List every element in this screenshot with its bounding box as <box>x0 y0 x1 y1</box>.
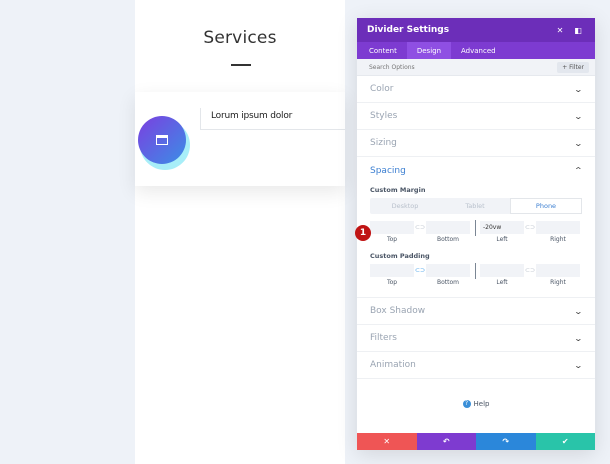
section-box-shadow[interactable]: Box Shadow ⌄ <box>357 298 595 325</box>
chevron-down-icon: ⌄ <box>573 84 584 94</box>
chevron-up-icon: ⌃ <box>573 166 584 175</box>
label-left: Left <box>496 236 508 243</box>
redo-button[interactable]: ↷ <box>476 433 536 450</box>
custom-margin-label: Custom Margin <box>370 186 426 194</box>
save-button[interactable]: ✔ <box>535 433 595 450</box>
section-label: Color <box>370 84 394 94</box>
help-icon: ? <box>462 400 471 408</box>
discard-button[interactable]: ✕ <box>357 433 417 450</box>
spacing-body: Custom Margin Desktop Tablet Phone ⊂⊃ ⊂⊃… <box>357 186 595 289</box>
section-label: Styles <box>370 111 398 121</box>
link-icon[interactable]: ⊂⊃ <box>414 267 426 274</box>
divider-settings-panel: Divider Settings ✕ ◧ Content Design Adva… <box>357 18 595 450</box>
device-tabs: Desktop Tablet Phone <box>370 198 582 214</box>
section-label: Box Shadow <box>370 306 426 316</box>
chevron-down-icon: ⌄ <box>573 360 584 370</box>
margin-labels: Top Bottom Left Right <box>370 236 582 246</box>
help-label: Help <box>473 400 490 408</box>
search-row: + Filter <box>357 59 595 76</box>
device-tab-desktop[interactable]: Desktop <box>370 198 440 214</box>
card-title: Lorum ipsum dolor <box>211 111 293 121</box>
card-icon-circle <box>138 116 186 164</box>
x-icon: ✕ <box>383 437 391 446</box>
browser-window-icon <box>156 135 168 145</box>
chevron-down-icon: ⌄ <box>573 138 584 148</box>
link-icon[interactable]: ⊂⊃ <box>524 224 536 231</box>
margin-left-input[interactable] <box>480 221 524 234</box>
padding-bottom-input[interactable] <box>426 264 470 277</box>
page-heading: Services <box>203 28 277 48</box>
service-card[interactable]: Lorum ipsum dolor <box>135 92 345 186</box>
chevron-down-icon: ⌄ <box>573 306 584 316</box>
padding-labels: Top Bottom Left Right <box>370 279 582 289</box>
section-styles[interactable]: Styles ⌄ <box>357 103 595 130</box>
label-left: Left <box>496 279 508 286</box>
close-icon[interactable]: ✕ <box>553 26 567 35</box>
panel-tabs: Content Design Advanced <box>357 42 595 59</box>
tab-advanced[interactable]: Advanced <box>451 42 506 59</box>
chevron-down-icon: ⌄ <box>573 111 584 121</box>
section-label: Filters <box>370 333 397 343</box>
divider-line <box>475 262 476 279</box>
margin-bottom-input[interactable] <box>426 221 470 234</box>
undo-button[interactable]: ↶ <box>416 433 476 450</box>
divider-line <box>475 219 476 236</box>
device-tab-phone[interactable]: Phone <box>510 198 582 214</box>
section-spacing[interactable]: Spacing ⌃ <box>357 157 595 184</box>
padding-top-input[interactable] <box>370 264 414 277</box>
section-sizing[interactable]: Sizing ⌄ <box>357 130 595 157</box>
panel-title: Divider Settings <box>367 25 450 35</box>
filter-button[interactable]: + Filter <box>557 61 589 73</box>
section-label: Animation <box>370 360 416 370</box>
label-right: Right <box>550 279 566 286</box>
action-bar: ✕ ↶ ↷ ✔ <box>357 433 595 450</box>
help-link[interactable]: ? Help <box>357 400 595 408</box>
section-filters[interactable]: Filters ⌄ <box>357 325 595 352</box>
link-icon[interactable]: ⊂⊃ <box>414 224 426 231</box>
label-right: Right <box>550 236 566 243</box>
section-animation[interactable]: Animation ⌄ <box>357 352 595 379</box>
heading-divider[interactable] <box>231 64 251 66</box>
step-marker: 1 <box>355 225 371 241</box>
chevron-down-icon: ⌄ <box>573 333 584 343</box>
label-bottom: Bottom <box>436 236 459 243</box>
padding-inputs: ⊂⊃ ⊂⊃ <box>370 262 582 279</box>
check-icon: ✔ <box>561 437 569 446</box>
custom-padding-label: Custom Padding <box>370 252 430 260</box>
section-label: Sizing <box>370 138 397 148</box>
sidebar-toggle-icon[interactable]: ◧ <box>571 26 585 35</box>
padding-right-input[interactable] <box>536 264 580 277</box>
padding-left-input[interactable] <box>480 264 524 277</box>
label-top: Top <box>386 279 398 286</box>
margin-top-input[interactable] <box>370 221 414 234</box>
undo-icon: ↶ <box>442 437 450 446</box>
search-options-input[interactable] <box>369 63 558 71</box>
device-tab-tablet[interactable]: Tablet <box>440 198 510 214</box>
panel-header: Divider Settings ✕ ◧ <box>357 18 595 42</box>
section-color[interactable]: Color ⌄ <box>357 76 595 103</box>
tab-design[interactable]: Design <box>406 42 452 59</box>
section-label: Spacing <box>370 165 406 176</box>
margin-right-input[interactable] <box>536 221 580 234</box>
label-bottom: Bottom <box>436 279 459 286</box>
label-top: Top <box>386 236 398 243</box>
margin-inputs: ⊂⊃ ⊂⊃ <box>370 219 582 236</box>
tab-content[interactable]: Content <box>359 42 407 59</box>
link-icon[interactable]: ⊂⊃ <box>524 267 536 274</box>
page-preview: Services <box>135 0 345 464</box>
redo-icon: ↷ <box>502 437 510 446</box>
